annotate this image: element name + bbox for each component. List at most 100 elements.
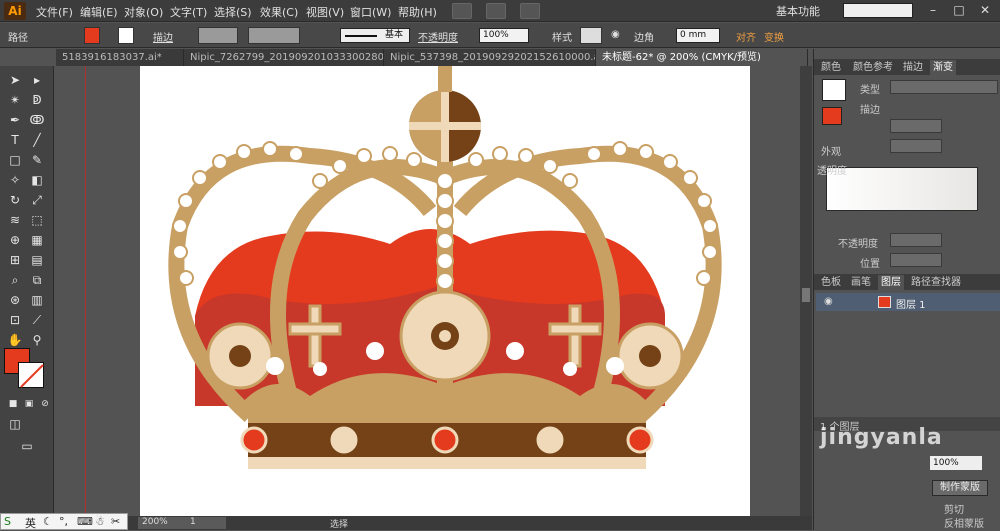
menu-edit[interactable]: 编辑(E) [80,4,118,20]
line-tool-icon[interactable]: ╱ [28,132,46,149]
crown-artwork[interactable] [140,66,750,516]
close-button[interactable]: ✕ [976,2,994,18]
graphic-style-swatch[interactable] [580,27,602,44]
paintbrush-tool-icon[interactable]: ✎ [28,152,46,169]
blend-tool-icon[interactable]: ⧉ [28,272,46,289]
stroke-color-box[interactable] [18,362,44,388]
help-search-input[interactable] [843,3,913,18]
fill-color-swatch[interactable] [84,27,100,44]
menu-select[interactable]: 选择(S) [214,4,252,20]
direct-selection-tool-icon[interactable]: ▸ [28,72,46,89]
zoom-tool-icon[interactable]: ⚲ [28,332,46,349]
gradient-fill-box[interactable] [822,107,842,125]
mesh-tool-icon[interactable]: ⊞ [6,252,24,269]
tab-document-1[interactable]: 5183916183037.ai* [56,49,184,66]
maximize-button[interactable]: □ [950,2,968,18]
workspace-switcher[interactable]: 基本功能 [776,3,820,19]
aspect-field[interactable] [890,139,942,153]
artboard-number-field[interactable]: 1 [186,517,226,529]
arrange-documents-icon[interactable] [486,3,506,19]
opacity-label[interactable]: 不透明度 [418,29,458,44]
stroke-style-field[interactable]: 基本 [340,28,410,43]
tab-stroke[interactable]: 描边 [900,60,926,75]
eyedropper-tool-icon[interactable]: ⌕ [6,272,24,289]
free-transform-tool-icon[interactable]: ⬚ [28,212,46,229]
invert-mask-checkbox-label[interactable]: 反相蒙版 [944,515,984,530]
tab-document-3[interactable]: Nipic_537398_20190929202152610000.ai* [384,49,596,66]
menu-help[interactable]: 帮助(H) [398,4,437,20]
gpu-performance-icon[interactable] [520,3,540,19]
lasso-tool-icon[interactable]: ↁ [28,92,46,109]
magic-wand-tool-icon[interactable]: ✴ [6,92,24,109]
rotate-tool-icon[interactable]: ↻ [6,192,24,209]
menu-view[interactable]: 视图(V) [306,4,344,20]
selection-tool-icon[interactable]: ➤ [6,72,24,89]
artboard-tool-icon[interactable]: ⊡ [6,312,24,329]
menu-file[interactable]: 文件(F) [36,4,73,20]
vertical-scrollbar[interactable] [800,66,812,518]
tab-document-active[interactable]: 未标题-62* @ 200% (CMYK/预览) [596,49,808,66]
slice-tool-icon[interactable]: ⟋ [28,312,46,329]
tab-pathfinder[interactable]: 路径查找器 [908,275,964,290]
screen-mode-icon[interactable]: ▭ [18,438,36,455]
symbol-sprayer-tool-icon[interactable]: ⊛ [6,292,24,309]
eraser-tool-icon[interactable]: ◧ [28,172,46,189]
bridge-icon[interactable] [452,3,472,19]
tab-transparency[interactable]: 透明度 [814,164,850,179]
canvas-area[interactable] [55,66,808,516]
make-mask-button[interactable]: 制作蒙版 [932,480,988,496]
layer-name[interactable]: 图层 1 [896,296,926,311]
curvature-tool-icon[interactable]: ↂ [28,112,46,129]
rectangle-tool-icon[interactable]: □ [6,152,24,169]
user-icon[interactable]: ☃ [95,515,105,528]
tab-color-guide[interactable]: 颜色参考 [850,60,896,75]
transparency-opacity-input[interactable]: 100% [930,456,982,470]
moon-icon[interactable]: ☾ [43,515,53,528]
menu-type[interactable]: 文字(T) [170,4,207,20]
angle-field[interactable] [890,119,942,133]
perspective-grid-tool-icon[interactable]: ▦ [28,232,46,249]
clip-checkbox-label[interactable]: 剪切 [944,501,964,516]
tab-appearance[interactable]: 外观 [818,145,844,160]
stroke-color-swatch[interactable] [118,27,134,44]
tab-gradient[interactable]: 渐变 [930,60,956,75]
tab-color[interactable]: 颜色 [818,60,844,75]
sogou-icon[interactable]: S [4,515,11,528]
draw-mode-icon[interactable]: ◫ [6,416,24,433]
tab-document-2[interactable]: Nipic_7262799_20190920103330028031.ai* [184,49,384,66]
width-tool-icon[interactable]: ≋ [6,212,24,229]
shaper-tool-icon[interactable]: ✧ [6,172,24,189]
keyboard-icon[interactable]: ⌨ [77,515,93,528]
gradient-swatch[interactable] [822,79,846,101]
gradient-opacity-field[interactable] [890,233,942,247]
layer-row[interactable]: ◉ 图层 1 [816,293,1000,311]
transform-link[interactable]: 变换 [764,29,784,44]
align-link[interactable]: 对齐 [736,29,756,44]
opacity-input[interactable]: 100% [479,28,529,43]
ime-language-label[interactable]: 英 [25,515,36,531]
gradient-tool-icon[interactable]: ▤ [28,252,46,269]
tab-brushes[interactable]: 画笔 [848,275,874,290]
pen-tool-icon[interactable]: ✒ [6,112,24,129]
stroke-weight-field[interactable] [198,27,238,44]
minimize-button[interactable]: – [924,2,942,18]
hand-tool-icon[interactable]: ✋ [6,332,24,349]
shape-builder-tool-icon[interactable]: ⊕ [6,232,24,249]
punctuation-icon[interactable]: °, [59,515,68,528]
tab-swatches[interactable]: 色板 [818,275,844,290]
gradient-type-select[interactable] [890,80,998,94]
tab-layers[interactable]: 图层 [878,275,904,290]
vertical-scroll-thumb[interactable] [802,288,810,302]
stroke-label[interactable]: 描边 [153,29,173,44]
column-graph-tool-icon[interactable]: ▥ [28,292,46,309]
corner-input[interactable]: 0 mm [676,28,720,43]
menu-window[interactable]: 窗口(W) [350,4,391,20]
wrench-icon[interactable]: ✂ [111,515,120,528]
gradient-location-field[interactable] [890,253,942,267]
none-mode-icon[interactable]: ⊘ [36,396,54,413]
menu-object[interactable]: 对象(O) [124,4,163,20]
menu-effect[interactable]: 效果(C) [260,4,298,20]
artboard[interactable] [140,66,750,516]
type-tool-icon[interactable]: T [6,132,24,149]
visibility-eye-icon[interactable]: ◉ [824,296,833,307]
